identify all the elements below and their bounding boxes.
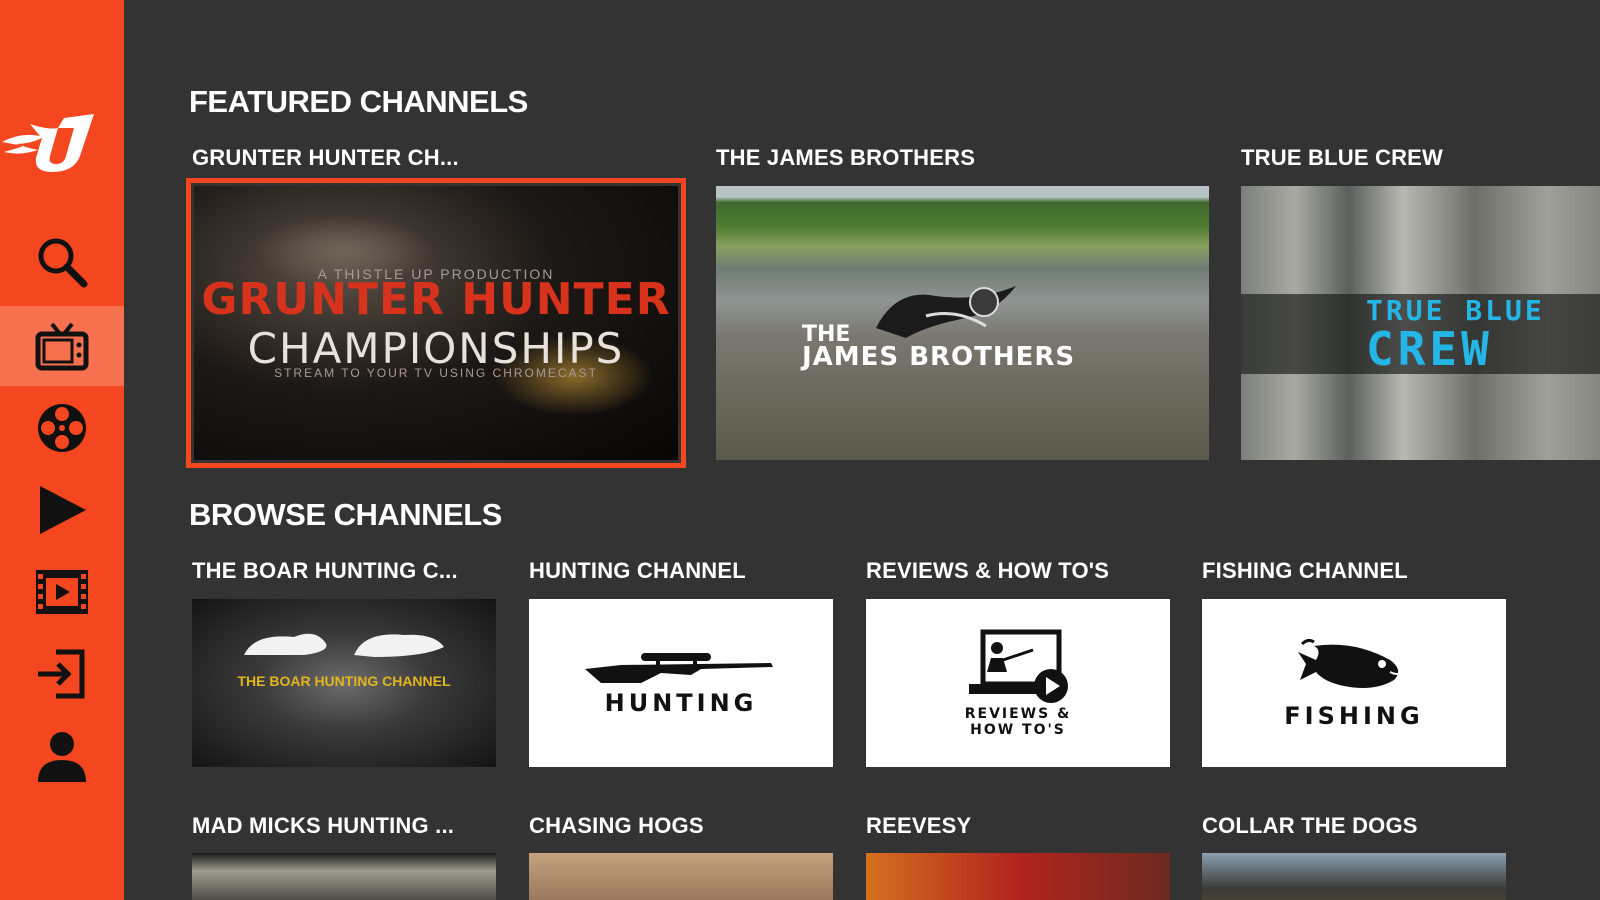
- film-strip-icon: [36, 570, 88, 614]
- presentation-icon: [969, 629, 1068, 703]
- sidebar: [0, 0, 124, 900]
- tv-icon: [35, 322, 89, 371]
- tile-art-title: GRUNTER HUNTER: [201, 274, 671, 325]
- nav-movies[interactable]: [0, 388, 124, 468]
- browse-tile-fishing-channel[interactable]: FISHING: [1202, 599, 1506, 767]
- browse-tile-label: MAD MICKS HUNTING ...: [192, 813, 455, 838]
- browse-tile-label: FISHING CHANNEL: [1202, 558, 1408, 583]
- browse-tile-hunting-channel[interactable]: HUNTING: [529, 599, 833, 767]
- browse-tile-mad-micks-hunting[interactable]: [192, 853, 496, 900]
- tile-art-subtitle: CREW: [1366, 322, 1493, 376]
- fish-icon: [1298, 638, 1403, 688]
- browse-tile-label: REEVESY: [866, 813, 972, 838]
- nav-play[interactable]: [0, 470, 124, 550]
- brand-logo[interactable]: [0, 110, 100, 176]
- browse-section-title: BROWSE CHANNELS: [189, 497, 502, 532]
- tile-art-subtitle: HOW TO'S: [970, 722, 1066, 738]
- tile-art-subtitle: JAMES BROTHERS: [802, 342, 1076, 372]
- browse-tile-boar-hunting[interactable]: THE BOAR HUNTING CHANNEL: [192, 599, 496, 767]
- boar-silhouette-icon: [244, 633, 444, 657]
- browse-tile-label: COLLAR THE DOGS: [1202, 813, 1418, 838]
- browse-tile-label: CHASING HOGS: [529, 813, 704, 838]
- browse-tile-reevesy[interactable]: [866, 853, 1170, 900]
- browse-tile-collar-the-dogs[interactable]: [1202, 853, 1506, 900]
- nav-search[interactable]: [0, 222, 124, 302]
- snake-emblem-icon: [876, 286, 1016, 338]
- nav-live-tv[interactable]: [0, 306, 124, 386]
- browse-tile-reviews-how-tos[interactable]: REVIEWS & HOW TO'S: [866, 599, 1170, 767]
- featured-tile-james-brothers[interactable]: THE JAMES BROTHERS: [716, 186, 1209, 460]
- nav-sign-in[interactable]: [0, 634, 124, 714]
- browse-tile-label: REVIEWS & HOW TO'S: [866, 558, 1110, 583]
- user-icon: [38, 732, 86, 782]
- search-icon: [38, 238, 88, 288]
- main-content: FEATURED CHANNELS GRUNTER HUNTER CH... A…: [124, 0, 1600, 900]
- play-icon: [40, 486, 86, 534]
- featured-tile-label: GRUNTER HUNTER CH...: [192, 145, 459, 170]
- sign-in-icon: [38, 649, 85, 699]
- featured-section-title: FEATURED CHANNELS: [189, 84, 528, 119]
- rifle-icon: [585, 653, 773, 683]
- browse-tile-label: THE BOAR HUNTING C...: [192, 558, 458, 583]
- film-reel-icon: [38, 404, 86, 452]
- tile-art-title: FISHING: [1284, 702, 1424, 730]
- tile-art-caption: STREAM TO YOUR TV USING CHROMECAST: [274, 366, 598, 380]
- browse-tile-chasing-hogs[interactable]: [529, 853, 833, 900]
- featured-tile-true-blue-crew[interactable]: TRUE BLUE CREW: [1241, 186, 1600, 460]
- featured-tile-label: TRUE BLUE CREW: [1241, 145, 1444, 170]
- tile-art-title: THE BOAR HUNTING CHANNEL: [237, 673, 451, 689]
- browse-tile-label: HUNTING CHANNEL: [529, 558, 746, 583]
- featured-tile-label: THE JAMES BROTHERS: [716, 145, 976, 170]
- nav-videos[interactable]: [0, 552, 124, 632]
- tile-art-title: HUNTING: [604, 689, 758, 717]
- featured-tile-grunter-hunter[interactable]: A THISTLE UP PRODUCTION GRUNTER HUNTER C…: [186, 178, 686, 468]
- nav-account[interactable]: [0, 716, 124, 796]
- tile-art-title: REVIEWS &: [964, 706, 1072, 722]
